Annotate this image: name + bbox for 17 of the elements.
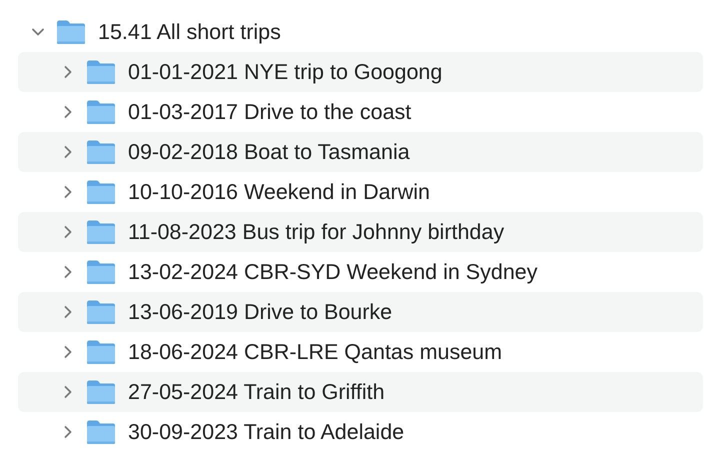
- folder-icon: [86, 259, 116, 285]
- folder-icon: [86, 139, 116, 165]
- folder-icon: [56, 19, 86, 45]
- folder-icon: [86, 339, 116, 365]
- folder-icon: [86, 419, 116, 445]
- folder-icon: [86, 179, 116, 205]
- folder-name[interactable]: 18-06-2024 CBR-LRE Qantas museum: [128, 340, 502, 364]
- folder-icon: [86, 379, 116, 405]
- folder-icon: [86, 219, 116, 245]
- folder-name[interactable]: 01-03-2017 Drive to the coast: [128, 100, 412, 124]
- folder-icon: [86, 99, 116, 125]
- folder-icon: [86, 299, 116, 325]
- folder-name[interactable]: 13-02-2024 CBR-SYD Weekend in Sydney: [128, 260, 538, 284]
- folder-name[interactable]: 10-10-2016 Weekend in Darwin: [128, 180, 430, 204]
- folder-name[interactable]: 30-09-2023 Train to Adelaide: [128, 420, 404, 444]
- folder-icon: [86, 59, 116, 85]
- folder-name[interactable]: 15.41 All short trips: [98, 20, 281, 44]
